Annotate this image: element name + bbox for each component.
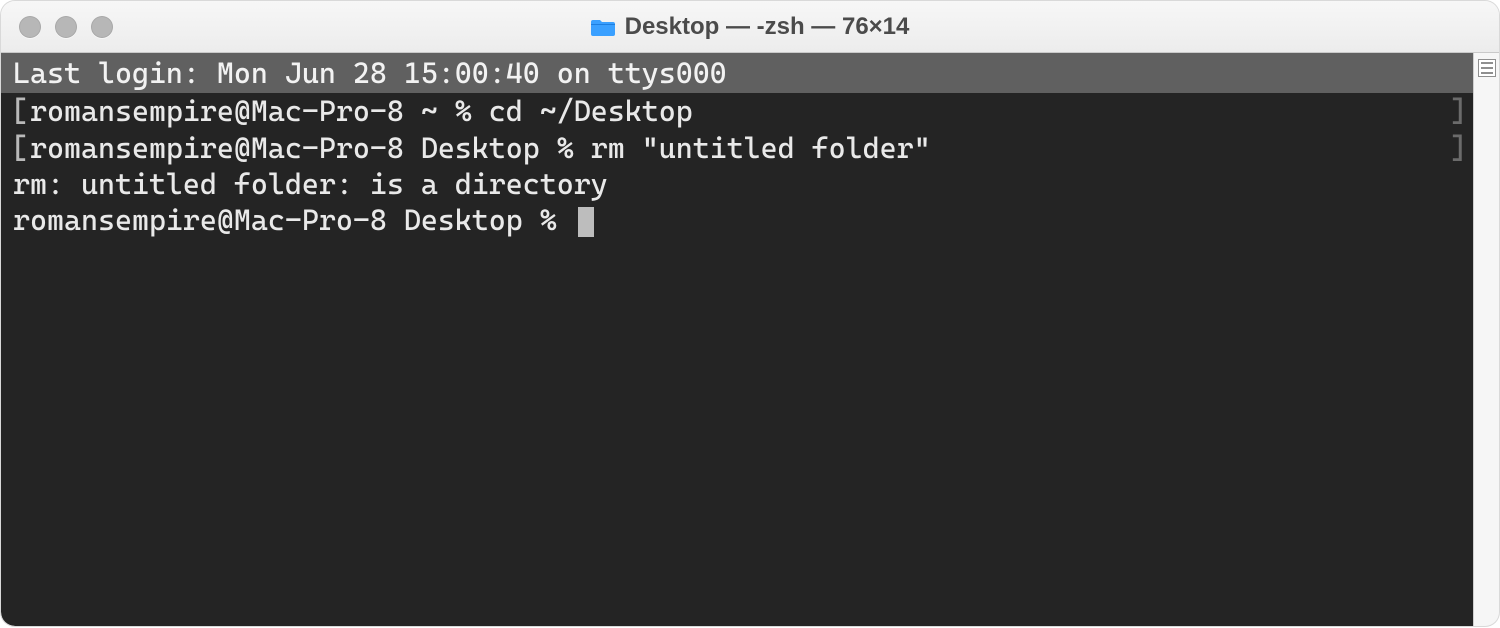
window-title-text: Desktop — -zsh — 76×14 (625, 13, 910, 41)
terminal-window: Desktop — -zsh — 76×14 Last login: Mon J… (1, 1, 1499, 626)
terminal-current-prompt-line[interactable]: romansempire@Mac-Pro-8 Desktop % (1, 202, 1473, 238)
terminal-line: [romansempire@Mac-Pro-8 Desktop % rm "un… (1, 130, 1473, 166)
terminal-buffer: Last login: Mon Jun 28 15:00:40 on ttys0… (1, 53, 1473, 248)
folder-icon (591, 17, 615, 37)
minimize-button[interactable] (55, 16, 77, 38)
scroll-marker-icon[interactable] (1478, 59, 1496, 77)
terminal-output: rm: untitled folder: is a directory (1, 166, 1473, 202)
prompt-text: romansempire@Mac-Pro-8 ~ % (30, 94, 489, 128)
bracket-open-icon: [ (11, 131, 28, 165)
terminal-line: [romansempire@Mac-Pro-8 ~ % cd ~/Desktop… (1, 93, 1473, 129)
close-button[interactable] (19, 16, 41, 38)
prompt-text: romansempire@Mac-Pro-8 Desktop % (30, 131, 591, 165)
window-titlebar[interactable]: Desktop — -zsh — 76×14 (1, 1, 1499, 53)
window-title: Desktop — -zsh — 76×14 (591, 13, 910, 41)
terminal-area[interactable]: Last login: Mon Jun 28 15:00:40 on ttys0… (1, 53, 1473, 626)
terminal-last-login: Last login: Mon Jun 28 15:00:40 on ttys0… (1, 53, 1473, 93)
bracket-open-icon: [ (11, 94, 28, 128)
zoom-button[interactable] (91, 16, 113, 38)
traffic-lights (19, 1, 113, 52)
window-body: Last login: Mon Jun 28 15:00:40 on ttys0… (1, 53, 1499, 626)
command-text: rm "untitled folder" (591, 131, 931, 165)
bracket-close-icon: ] (1450, 93, 1467, 129)
vertical-scrollbar[interactable] (1473, 53, 1499, 626)
bracket-close-icon: ] (1450, 130, 1467, 166)
command-text: cd ~/Desktop (489, 94, 693, 128)
cursor-block-icon (578, 207, 594, 237)
current-prompt-text: romansempire@Mac-Pro-8 Desktop % (13, 203, 574, 237)
